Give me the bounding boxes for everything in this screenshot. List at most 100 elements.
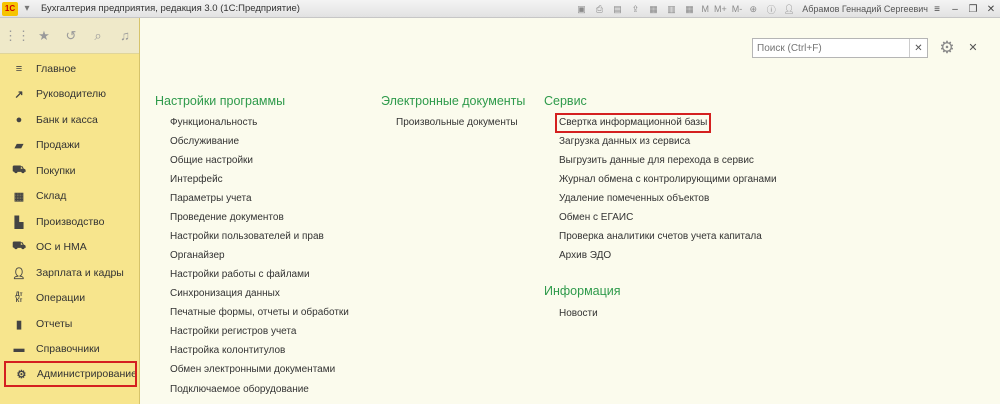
sidebar-item-purchases[interactable]: ⛟ Покупки [0, 158, 140, 184]
menu-icon: ≡ [15, 63, 23, 75]
zoom-icon[interactable]: ⊕ [746, 3, 760, 15]
sidebar-item-reports[interactable]: ▮ Отчеты [0, 311, 140, 337]
section-header-info: Информация [544, 284, 621, 298]
sidebar-item-administration[interactable]: ⚙ Администрирование [4, 361, 137, 387]
link-delete-marked[interactable]: Удаление помеченных объектов [559, 192, 709, 206]
link-egais-exchange[interactable]: Обмен с ЕГАИС [559, 211, 633, 225]
title-bar: 1С ▾ Бухгалтерия предприятия, редакция 3… [0, 0, 1000, 18]
sidebar-item-label: Руководителю [36, 88, 107, 100]
book-icon: ▬ [13, 343, 25, 355]
section-header-service: Сервис [544, 94, 587, 108]
minimize-icon[interactable]: – [946, 1, 964, 17]
link-edoc-exchange[interactable]: Обмен электронными документами [170, 363, 335, 377]
sidebar-item-production[interactable]: ▙ Производство [0, 209, 140, 235]
print-icon[interactable]: ⎙ [592, 3, 606, 15]
link-headers-footers[interactable]: Настройка колонтитулов [170, 344, 285, 358]
sidebar-item-bank[interactable]: ● Банк и касса [0, 107, 140, 133]
sidebar-toolbar: ⋮⋮ ★ ↺ ⌕ ♫ [0, 18, 139, 54]
link-infobase-collapse[interactable]: Свертка информационной базы [554, 113, 712, 133]
history-icon[interactable]: ↺ [63, 28, 79, 44]
sidebar-item-label: Администрирование [36, 368, 137, 380]
calculator-icon[interactable]: ▥ [664, 3, 678, 15]
attach-icon[interactable]: ⇪ [628, 3, 642, 15]
sidebar-item-warehouse[interactable]: ▦ Склад [0, 183, 140, 209]
link-users-rights[interactable]: Настройки пользователей и прав [170, 230, 324, 244]
search-input[interactable] [753, 39, 909, 57]
sidebar-item-label: Главное [36, 63, 77, 75]
section-header-edocs: Электронные документы [381, 94, 526, 108]
memory-add-button[interactable]: M+ [714, 4, 727, 14]
settings-gear-icon[interactable]: ⚙ [937, 38, 957, 58]
notification-bell-icon[interactable]: ♫ [117, 28, 133, 44]
sidebar-item-label: ОС и НМА [36, 241, 87, 253]
link-file-settings[interactable]: Настройки работы с файлами [170, 268, 310, 282]
gear-icon: ⚙ [16, 368, 27, 381]
close-panel-icon[interactable]: ✕ [966, 40, 980, 54]
user-name[interactable]: Абрамов Геннадий Сергеевич [802, 4, 928, 14]
sidebar-item-label: Отчеты [36, 318, 73, 330]
link-exchange-journal[interactable]: Журнал обмена с контролирующими органами [559, 173, 777, 187]
link-news[interactable]: Новости [559, 307, 598, 321]
dtkt-icon: Дт Кт [15, 292, 23, 304]
link-load-from-service[interactable]: Загрузка данных из сервиса [559, 135, 690, 149]
memory-store-button[interactable]: M [701, 4, 709, 14]
sidebar-item-label: Операции [36, 292, 86, 304]
link-accounting-params[interactable]: Параметры учета [170, 192, 252, 206]
sidebar: ⋮⋮ ★ ↺ ⌕ ♫ ≡ Главное ↗ Руководителю ● Ба… [0, 18, 140, 404]
link-functionality[interactable]: Функциональность [170, 116, 257, 130]
sidebar-item-operations[interactable]: Дт Кт Операции [0, 285, 140, 311]
window-menu-icon[interactable]: ≡ [928, 1, 946, 17]
sidebar-item-label: Покупки [36, 165, 76, 177]
calendar-icon[interactable]: ▦ [646, 3, 660, 15]
sidebar-item-sales[interactable]: ▰ Продажи [0, 132, 140, 158]
sidebar-item-label: Производство [36, 216, 105, 228]
link-edo-archive[interactable]: Архив ЭДО [559, 249, 611, 263]
user-icon: 👤︎ [783, 3, 795, 14]
disk-icon[interactable]: ▣ [574, 3, 588, 15]
warehouse-icon: ▦ [13, 190, 25, 203]
preview-icon[interactable]: ▤ [610, 3, 624, 15]
trend-icon: ↗ [14, 88, 24, 101]
sidebar-item-label: Справочники [36, 343, 100, 355]
link-print-forms[interactable]: Печатные формы, отчеты и обработки [170, 306, 349, 320]
sidebar-item-manager[interactable]: ↗ Руководителю [0, 81, 140, 107]
section-header-settings: Настройки программы [155, 94, 286, 108]
coin-icon: ● [15, 114, 23, 126]
link-document-posting[interactable]: Проведение документов [170, 211, 284, 225]
link-organizer[interactable]: Органайзер [170, 249, 225, 263]
info-icon[interactable]: ⓘ [764, 3, 778, 15]
sidebar-item-assets[interactable]: ⛟ ОС и НМА [0, 234, 140, 260]
link-general-settings[interactable]: Общие настройки [170, 154, 253, 168]
link-equipment[interactable]: Подключаемое оборудование [170, 383, 309, 397]
window-title: Бухгалтерия предприятия, редакция 3.0 (1… [41, 3, 300, 14]
close-icon[interactable]: ✕ [982, 1, 1000, 17]
restore-icon[interactable]: ❐ [964, 1, 982, 17]
sidebar-item-salary[interactable]: 👤︎ Зарплата и кадры [0, 260, 140, 286]
bag-icon: ▰ [14, 139, 24, 152]
link-interface[interactable]: Интерфейс [170, 173, 223, 187]
link-arbitrary-documents[interactable]: Произвольные документы [396, 116, 518, 130]
factory-icon: ▙ [14, 216, 24, 229]
main-panel: ✕ ⚙ ✕ Настройки программы Функциональнос… [141, 18, 1000, 404]
link-export-for-service[interactable]: Выгрузить данные для перехода в сервис [559, 154, 754, 168]
person-icon: 👤︎ [12, 267, 26, 280]
chevron-down-icon[interactable]: ▾ [21, 3, 33, 15]
memory-subtract-button[interactable]: M- [732, 4, 743, 14]
link-data-sync[interactable]: Синхронизация данных [170, 287, 280, 301]
clear-search-icon[interactable]: ✕ [909, 39, 927, 57]
sidebar-item-label: Банк и касса [36, 114, 98, 126]
apps-grid-icon[interactable]: ⋮⋮ [4, 28, 30, 44]
link-maintenance[interactable]: Обслуживание [170, 135, 239, 149]
search-icon[interactable]: ⌕ [90, 28, 106, 44]
table-icon[interactable]: ▦ [682, 3, 696, 15]
truck-icon: ⛟ [12, 240, 26, 252]
bar-chart-icon: ▮ [15, 318, 23, 331]
app-logo: 1С [2, 1, 18, 16]
link-registers[interactable]: Настройки регистров учета [170, 325, 296, 339]
favorites-star-icon[interactable]: ★ [36, 28, 52, 44]
sidebar-item-label: Склад [36, 190, 67, 202]
sidebar-item-main[interactable]: ≡ Главное [0, 56, 140, 82]
cart-icon: ⛟ [12, 164, 26, 176]
link-capital-analytics[interactable]: Проверка аналитики счетов учета капитала [559, 230, 762, 244]
sidebar-item-catalogs[interactable]: ▬ Справочники [0, 336, 140, 362]
